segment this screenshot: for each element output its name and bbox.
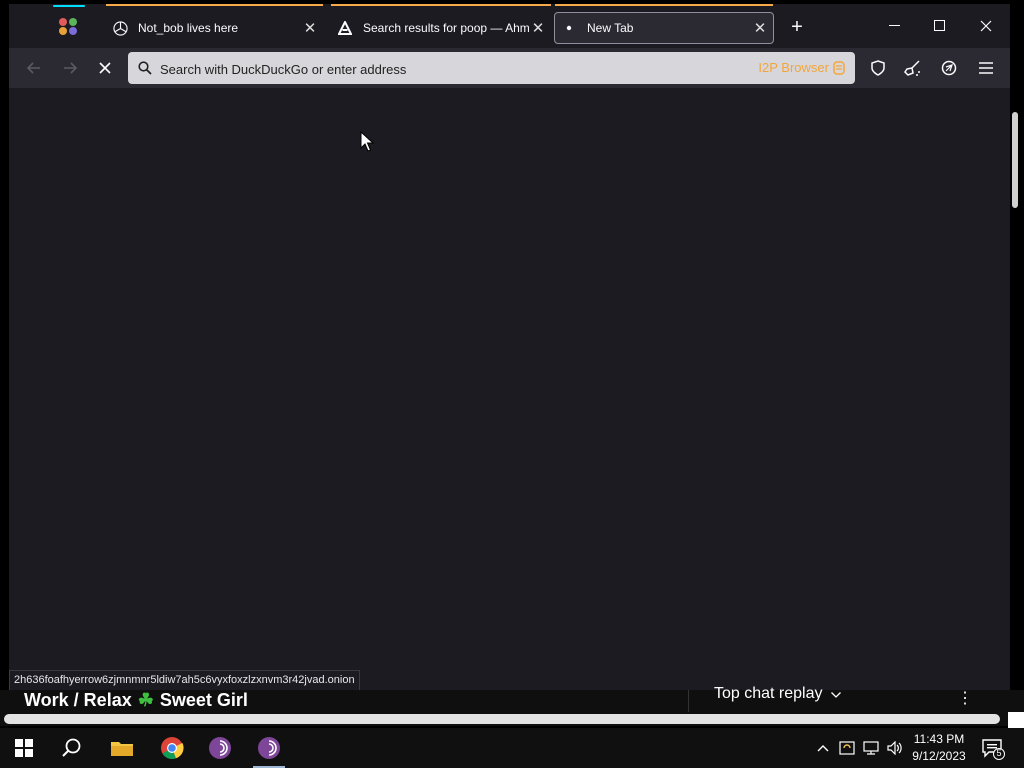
volume-icon[interactable]: [886, 740, 904, 756]
page-content: [9, 88, 1010, 690]
close-icon: [980, 20, 992, 32]
horizontal-scrollbar[interactable]: [4, 714, 1000, 724]
network-icon[interactable]: [862, 740, 880, 756]
tor-circuit-button[interactable]: [937, 58, 961, 78]
tab-not-bob[interactable]: Not_bob lives here ✕: [106, 4, 323, 44]
loading-indicator: [53, 5, 85, 7]
tab-accent-line: [555, 4, 773, 6]
chevron-up-icon: [817, 745, 829, 752]
more-options-icon[interactable]: ⋮: [957, 688, 973, 708]
chrome-icon: [161, 737, 184, 759]
tab-new-tab[interactable]: New Tab ✕: [554, 4, 774, 44]
app-menu-button[interactable]: [974, 58, 998, 78]
shield-button[interactable]: [866, 58, 890, 78]
top-chat-replay-dropdown[interactable]: Top chat replay: [714, 685, 841, 703]
browser-window: Not_bob lives here ✕ Search results for …: [9, 4, 1010, 690]
backup-status-icon[interactable]: [838, 740, 856, 756]
apps-grid-icon[interactable]: [55, 16, 81, 38]
tor-browser-button[interactable]: [196, 728, 244, 768]
speaker-icon: [887, 741, 902, 755]
search-icon: [138, 61, 152, 75]
tab-strip: Not_bob lives here ✕ Search results for …: [9, 4, 1010, 48]
stop-icon: [99, 62, 111, 74]
maximize-button[interactable]: [922, 14, 958, 38]
folder-icon: [111, 742, 133, 756]
mouse-cursor-icon: [360, 131, 374, 152]
broom-icon: [904, 60, 920, 76]
dot-icon: [561, 20, 577, 36]
status-link-preview: 2h636foafhyerrow6zjmnmnr5ldiw7ah5c6vyxfo…: [9, 670, 360, 691]
new-identity-button[interactable]: [901, 58, 925, 78]
maximize-icon: [934, 20, 945, 31]
windows-logo-icon: [15, 739, 33, 757]
close-tab-icon[interactable]: ✕: [751, 19, 769, 37]
video-title-part: Work / Relax: [24, 690, 132, 710]
tab-accent-line: [106, 4, 323, 6]
file-explorer-button[interactable]: [98, 728, 146, 768]
system-clock[interactable]: 11:43 PM 9/12/2023: [904, 731, 974, 765]
clock-time: 11:43 PM: [913, 732, 965, 746]
show-hidden-icons-button[interactable]: [814, 740, 832, 756]
tor-browser-icon: [209, 737, 231, 759]
tor-browser-icon: [258, 737, 280, 759]
chrome-button[interactable]: [148, 728, 196, 768]
windows-taskbar: 11:43 PM 9/12/2023 5: [0, 728, 1024, 768]
address-input[interactable]: [158, 57, 722, 81]
i2p-badge-label: I2P Browser: [758, 60, 829, 75]
tor-browser-active-button[interactable]: [245, 728, 293, 768]
chat-label: Top chat replay: [714, 685, 823, 702]
forward-button[interactable]: [58, 58, 82, 78]
chat-header: Top chat replay ⋮: [688, 685, 989, 712]
tab-ahmia-search[interactable]: Search results for poop — Ahmia ✕: [331, 4, 551, 44]
new-tab-button[interactable]: +: [786, 17, 808, 39]
notification-count: 5: [996, 748, 1002, 758]
chevron-down-icon: [831, 692, 841, 698]
navigation-toolbar: I2P Browser: [9, 48, 1010, 88]
back-arrow-icon: [27, 62, 40, 74]
mercedes-logo-icon: [112, 20, 128, 36]
tab-title: New Tab: [587, 21, 634, 35]
minimize-icon: [889, 25, 900, 26]
taskbar-search-button[interactable]: [48, 728, 96, 768]
action-center-button[interactable]: 5: [982, 738, 1006, 760]
video-title-part: Sweet Girl: [159, 690, 248, 710]
forward-arrow-icon: [64, 62, 77, 74]
scrollbar-thumb[interactable]: [1012, 112, 1018, 208]
close-tab-icon[interactable]: ✕: [301, 19, 319, 37]
scrollbar-corner: [1008, 712, 1024, 728]
i2p-browser-badge[interactable]: I2P Browser: [758, 60, 845, 75]
tor-onion-icon: [941, 60, 957, 76]
start-button[interactable]: [0, 728, 48, 768]
clock-date: 9/12/2023: [912, 749, 966, 763]
minimize-button[interactable]: [877, 14, 913, 38]
sync-icon: [839, 741, 855, 755]
back-button[interactable]: [22, 58, 46, 78]
vertical-scrollbar[interactable]: [1010, 110, 1020, 690]
ahmia-logo-icon: [337, 20, 353, 36]
stop-loading-button[interactable]: [93, 58, 117, 78]
close-window-button[interactable]: [968, 14, 1004, 38]
hamburger-menu-icon: [979, 62, 993, 74]
clover-icon: ☘: [137, 690, 154, 710]
tab-title: Not_bob lives here: [138, 21, 239, 35]
video-title: Work / Relax ☘ Sweet Girl: [24, 690, 248, 711]
close-tab-icon[interactable]: ✕: [529, 19, 547, 37]
tab-accent-line: [331, 4, 551, 6]
tab-title: Search results for poop — Ahmia: [363, 21, 529, 35]
i2p-logo-icon: [833, 60, 845, 75]
shield-icon: [871, 60, 885, 76]
ethernet-icon: [863, 741, 879, 755]
address-bar[interactable]: I2P Browser: [128, 52, 855, 84]
search-icon: [62, 738, 81, 757]
